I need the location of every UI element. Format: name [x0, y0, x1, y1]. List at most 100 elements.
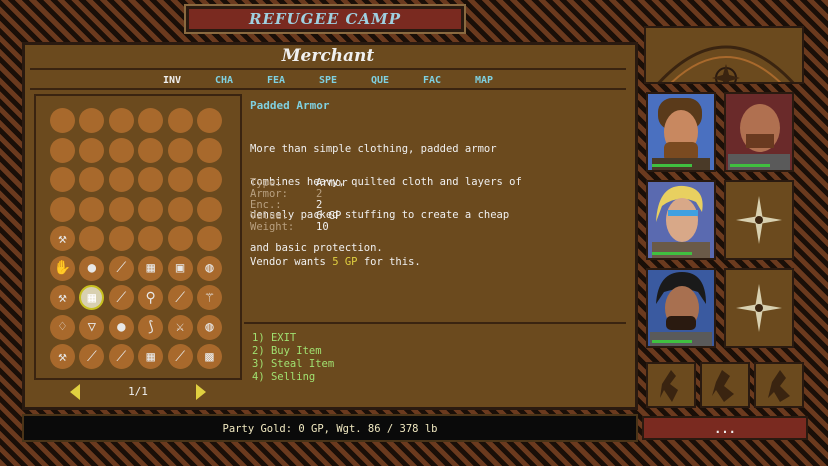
inventory-slot[interactable]	[167, 226, 193, 251]
option-buy-item[interactable]: 2) Buy Item	[252, 345, 322, 357]
tab-fac[interactable]: FAC	[406, 72, 458, 88]
inventory-slot[interactable]: ◍	[197, 255, 222, 281]
inventory-slot[interactable]	[108, 108, 134, 133]
option-selling[interactable]: 4) Selling	[252, 371, 315, 383]
inventory-slot[interactable]: ▣	[167, 255, 193, 281]
dagger-icon: ⟋	[175, 289, 185, 306]
sickle-icon: ⟋	[116, 289, 127, 306]
merchant-title: Merchant	[30, 46, 626, 70]
compass-star-icon	[736, 284, 782, 332]
inventory-slot[interactable]	[108, 137, 134, 163]
vendor-prefix: Vendor wants	[250, 256, 326, 268]
inventory-slot[interactable]: ⟋	[79, 344, 105, 369]
inventory-slot[interactable]	[197, 108, 222, 133]
next-page-arrow-icon[interactable]	[196, 384, 206, 400]
tab-fea[interactable]: FEA	[250, 72, 302, 88]
inventory-slot[interactable]	[79, 108, 105, 133]
inventory-slot[interactable]: ⚔	[167, 314, 193, 340]
inventory-slot[interactable]	[167, 167, 193, 192]
portrait-6[interactable]	[724, 268, 794, 348]
action-button-1[interactable]	[646, 362, 696, 408]
option-exit[interactable]: 1) EXIT	[252, 332, 296, 344]
tab-inv[interactable]: INV	[146, 72, 198, 88]
inventory-slot[interactable]	[167, 196, 193, 222]
portrait-4[interactable]	[724, 180, 794, 260]
inventory-slot[interactable]: ▽	[79, 314, 105, 340]
figure-icon	[768, 370, 790, 402]
inventory-slot[interactable]	[79, 226, 105, 251]
inventory-slot[interactable]	[108, 196, 134, 222]
inventory-slot[interactable]	[50, 196, 75, 222]
action-button-2[interactable]	[700, 362, 750, 408]
inventory-slot[interactable]	[108, 226, 134, 251]
inventory-slot[interactable]: ⚲	[138, 285, 164, 310]
stat-value: 10	[316, 221, 329, 233]
health-bar	[652, 340, 692, 343]
menu-button-label: ...	[714, 422, 736, 436]
inventory-slot[interactable]: ●	[108, 314, 134, 340]
inventory-slot[interactable]: ⟋	[108, 285, 134, 310]
inventory-slot[interactable]	[138, 137, 164, 163]
portrait-1[interactable]	[646, 92, 716, 172]
inventory-slot[interactable]: ▦	[138, 344, 164, 369]
portrait-5[interactable]	[646, 268, 716, 348]
inventory-slot[interactable]	[50, 137, 75, 163]
stat-weight: Weight: 10	[250, 222, 348, 233]
inventory-slot[interactable]: ⚒	[50, 344, 75, 369]
party-status-bar: Party Gold: 0 GP, Wgt. 86 / 378 lb	[22, 414, 638, 442]
inventory-slot[interactable]	[79, 196, 105, 222]
action-button-3[interactable]	[754, 362, 804, 408]
inventory-slot[interactable]: ⟋	[167, 285, 193, 310]
inventory-slot[interactable]: ♢	[50, 314, 75, 340]
inventory-slot[interactable]	[79, 167, 105, 192]
inventory-slot[interactable]: ●	[79, 255, 105, 281]
inventory-slot[interactable]	[197, 196, 222, 222]
club-icon: ⟋	[86, 348, 97, 365]
inventory-slot[interactable]: ⟋	[108, 255, 134, 281]
inventory-slot[interactable]	[50, 167, 75, 192]
tunic-icon: ▣	[175, 260, 185, 276]
mace-icon: ⚲	[145, 289, 156, 306]
inventory-slot[interactable]: ✋	[50, 255, 75, 281]
inventory-slot[interactable]	[197, 226, 222, 251]
inventory-slot[interactable]: ⟋	[167, 344, 193, 369]
item-description-panel: Padded Armor More than simple clothing, …	[244, 94, 626, 320]
inventory-slot[interactable]	[138, 226, 164, 251]
inventory-slot[interactable]	[138, 108, 164, 133]
tab-spe[interactable]: SPE	[302, 72, 354, 88]
inventory-slot[interactable]: ▦	[79, 285, 105, 310]
location-title-bar: REFUGEE CAMP	[184, 4, 466, 34]
inventory-slot[interactable]	[138, 167, 164, 192]
tab-map[interactable]: MAP	[458, 72, 510, 88]
option-steal-item[interactable]: 3) Steal Item	[252, 358, 334, 370]
inventory-slot[interactable]	[167, 137, 193, 163]
inventory-slot[interactable]	[108, 167, 134, 192]
tab-que[interactable]: QUE	[354, 72, 406, 88]
inventory-slot[interactable]: ⚒	[50, 285, 75, 310]
inventory-slot[interactable]	[197, 137, 222, 163]
sickle-icon: ⟋	[116, 260, 127, 276]
health-bar	[652, 252, 692, 255]
tab-cha[interactable]: CHA	[198, 72, 250, 88]
inventory-grid: ⚒ ✋ ● ⟋ ▦ ▣ ◍ ⚒ ▦ ⟋ ⚲ ⟋ ⚚ ♢ ▽ ● ⟆ ⚔ ◍ ⚒ ⟋ ⟋ ▦ ⟋ ▩	[34, 94, 242, 380]
item-name: Padded Armor	[250, 99, 330, 112]
inventory-slot[interactable]: ⚒	[50, 226, 75, 251]
portrait-3[interactable]	[646, 180, 716, 260]
menu-button[interactable]: ...	[642, 416, 808, 440]
hero-face-icon	[648, 270, 714, 346]
inventory-slot[interactable]: ⟋	[108, 344, 134, 369]
inventory-slot[interactable]: ▩	[197, 344, 222, 369]
hero-face-icon	[648, 182, 714, 258]
inventory-slot[interactable]: ⟆	[138, 314, 164, 340]
vendor-price: 5 GP	[332, 256, 358, 268]
page-indicator: 1/1	[128, 385, 148, 398]
inventory-slot[interactable]	[167, 108, 193, 133]
inventory-slot[interactable]	[79, 137, 105, 163]
inventory-slot[interactable]: ◍	[197, 314, 222, 340]
inventory-slot[interactable]	[197, 167, 222, 192]
inventory-slot[interactable]	[138, 196, 164, 222]
portrait-2[interactable]	[724, 92, 794, 172]
inventory-slot[interactable]: ⚚	[197, 285, 222, 310]
inventory-slot[interactable]	[50, 108, 75, 133]
inventory-slot[interactable]: ▦	[138, 255, 164, 281]
